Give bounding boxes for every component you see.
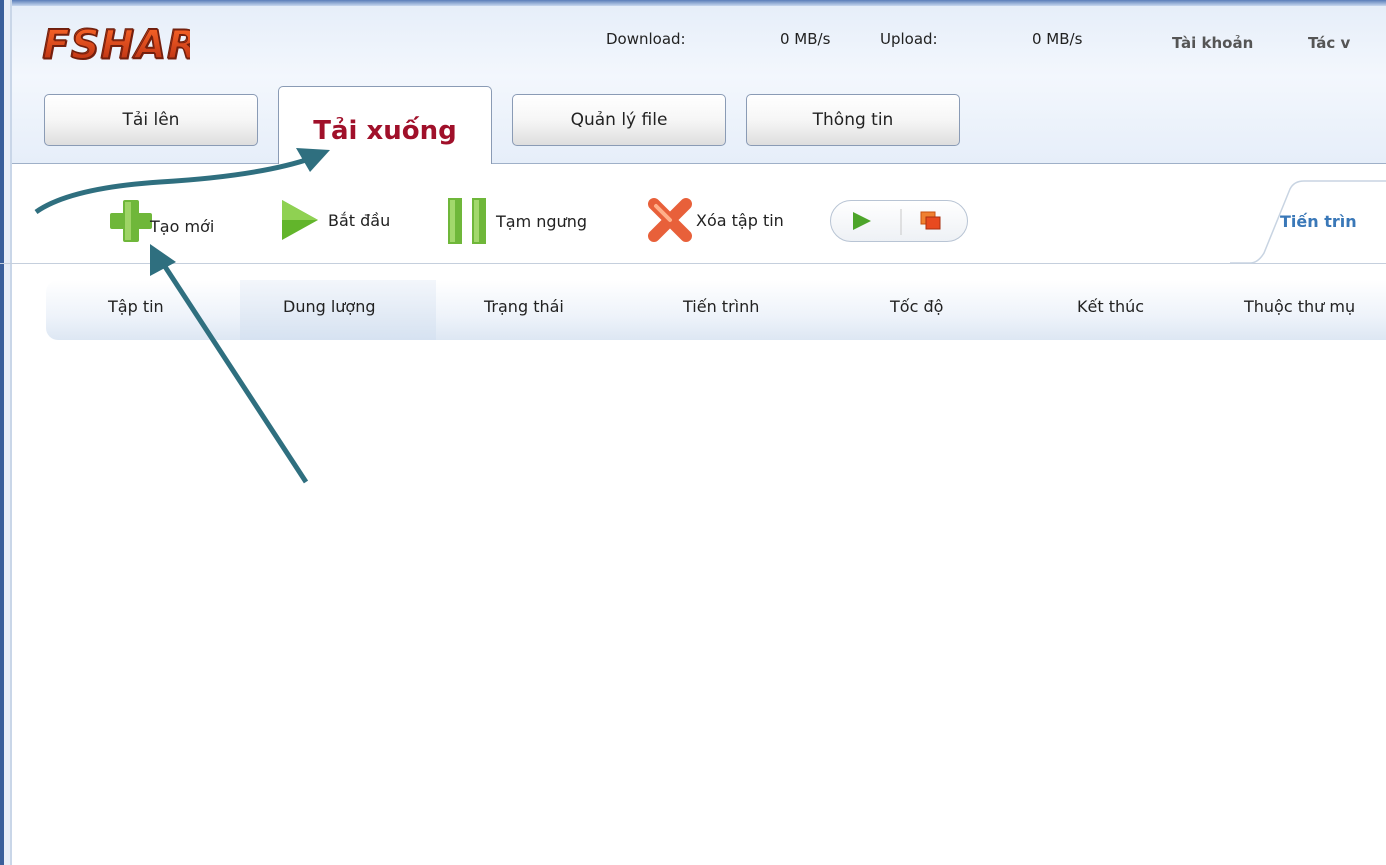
annotation-arrow-new (159, 260, 309, 484)
annotation-arrowhead-new (150, 244, 176, 276)
annotation-arrows (34, 148, 330, 484)
annotation-arrow-tab (34, 155, 313, 215)
